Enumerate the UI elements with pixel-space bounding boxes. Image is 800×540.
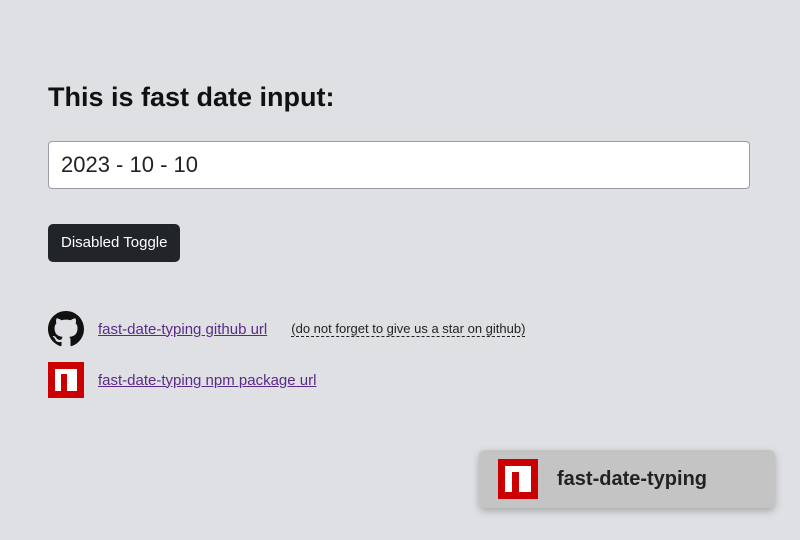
npm-package-url-link[interactable]: fast-date-typing npm package url — [98, 372, 316, 389]
npm-link-row: fast-date-typing npm package url — [48, 362, 316, 398]
date-input[interactable] — [48, 141, 750, 189]
disabled-toggle-button[interactable]: Disabled Toggle — [48, 224, 181, 262]
npm-icon — [48, 362, 84, 398]
badge-label: fast-date-typing — [557, 467, 707, 490]
github-url-link[interactable]: fast-date-typing github url — [98, 321, 267, 338]
github-icon — [48, 311, 84, 347]
npm-icon — [498, 459, 538, 499]
page-title: This is fast date input: — [48, 82, 335, 112]
github-link-row: fast-date-typing github url (do not forg… — [48, 311, 526, 347]
star-reminder-note: (do not forget to give us a star on gith… — [291, 321, 526, 337]
npm-package-badge[interactable]: fast-date-typing — [479, 450, 775, 508]
